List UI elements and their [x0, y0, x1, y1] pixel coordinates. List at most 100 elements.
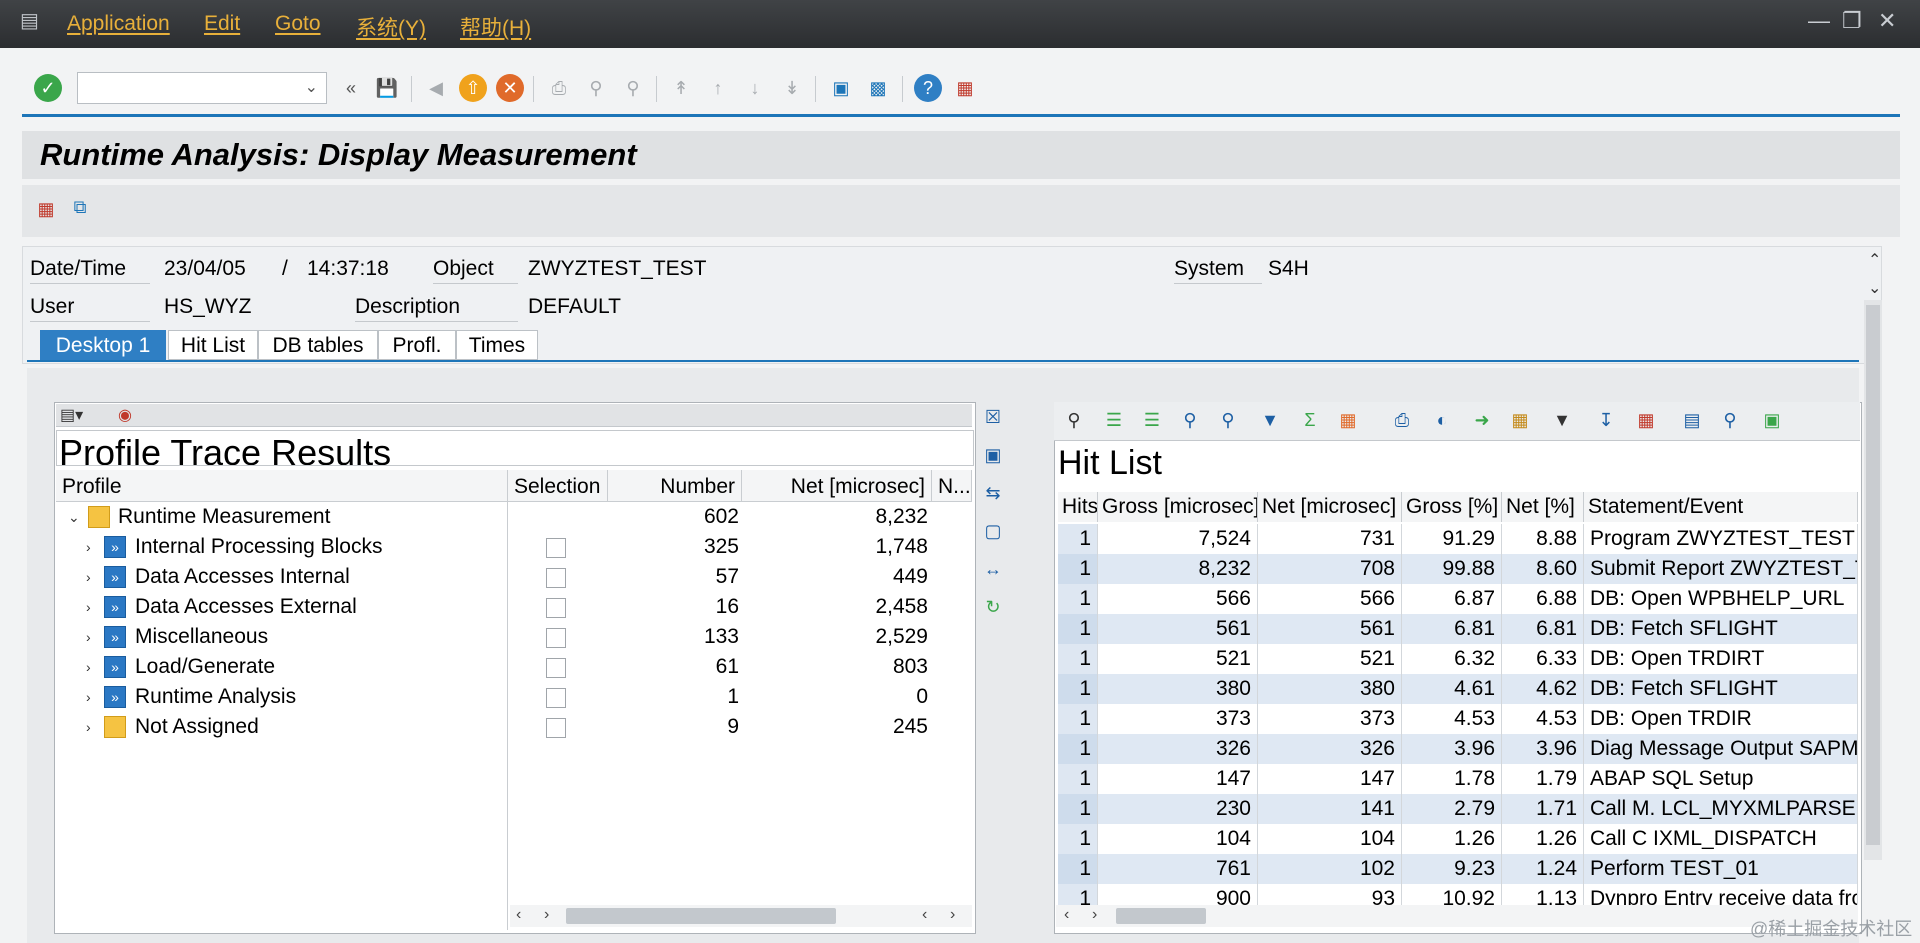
subtotal-icon[interactable]: ▦	[1334, 406, 1362, 434]
expand-icon[interactable]: ›	[86, 712, 91, 742]
new-session-icon[interactable]: ▣	[827, 74, 855, 102]
info-icon[interactable]: ▤	[1678, 406, 1706, 434]
col-profile[interactable]: Profile	[56, 470, 508, 502]
copy-icon[interactable]: ⧉	[66, 193, 94, 221]
fit-width-icon[interactable]: ↔	[980, 559, 1006, 583]
menu-edit[interactable]: Edit	[204, 12, 240, 36]
switch-view-icon[interactable]: ⇆	[980, 483, 1006, 507]
table-row[interactable]: 1 104 104 1.26 1.26 Call C IXML_DISPATCH	[1058, 824, 1858, 854]
expand-icon[interactable]: ›	[86, 622, 91, 652]
hierarchy-icon[interactable]: ▦	[32, 195, 60, 223]
tab-profl[interactable]: Profl.	[378, 330, 456, 360]
find-next-icon[interactable]: ⚲	[1214, 406, 1242, 434]
tree-filter-icon[interactable]: ◉	[118, 405, 132, 425]
grid-icon[interactable]: ▦	[1506, 406, 1534, 434]
menu-goto[interactable]: Goto	[275, 12, 321, 36]
table-row[interactable]: 1 561 561 6.81 6.81 DB: Fetch SFLIGHT	[1058, 614, 1858, 644]
selection-checkbox[interactable]	[546, 598, 566, 618]
details-icon[interactable]: ⚲	[1060, 406, 1088, 434]
scroll-right-icon[interactable]: ›	[544, 906, 549, 924]
selection-checkbox[interactable]	[546, 538, 566, 558]
col-hits[interactable]: Hits	[1058, 492, 1098, 522]
find-next-icon[interactable]: ⚲	[619, 74, 647, 102]
table-row[interactable]: 1 380 380 4.61 4.62 DB: Fetch SFLIGHT	[1058, 674, 1858, 704]
tab-db-tables[interactable]: DB tables	[258, 330, 378, 360]
scrollbar-thumb[interactable]	[566, 908, 836, 924]
help-icon[interactable]: ?	[914, 74, 942, 102]
scroll-left-icon[interactable]: ‹	[922, 906, 927, 924]
new-window-icon[interactable]: ▣	[980, 445, 1006, 469]
sort-ascending-icon[interactable]: ☰	[1100, 406, 1128, 434]
expand-icon[interactable]: ›	[86, 532, 91, 562]
download-icon[interactable]: ↧	[1592, 406, 1620, 434]
column-settings-icon[interactable]: ▦	[1632, 406, 1660, 434]
table-row[interactable]: 1 326 326 3.96 3.96 Diag Message Output SAPMS	[1058, 734, 1858, 764]
tree-row[interactable]: › » Runtime Analysis 1 0	[56, 682, 972, 712]
exit-icon[interactable]: ⇧	[459, 74, 487, 102]
tree-row-root[interactable]: ⌄ Runtime Measurement 602 8,232	[56, 502, 972, 532]
col-number[interactable]: Number	[608, 470, 742, 502]
find-icon[interactable]: ⚲	[582, 74, 610, 102]
sum-icon[interactable]: Σ	[1296, 406, 1324, 434]
tab-hit-list[interactable]: Hit List	[168, 330, 258, 360]
header-scroll-up-icon[interactable]: ⌃	[1868, 250, 1881, 270]
table-row[interactable]: 1 373 373 4.53 4.53 DB: Open TRDIR	[1058, 704, 1858, 734]
col-selection[interactable]: Selection	[508, 470, 608, 502]
tree-row[interactable]: › » Load/Generate 61 803	[56, 652, 972, 682]
scroll-left-icon[interactable]: ‹	[516, 906, 521, 924]
table-row[interactable]: 1 147 147 1.78 1.79 ABAP SQL Setup	[1058, 764, 1858, 794]
tree-row[interactable]: › » Data Accesses External 16 2,458	[56, 592, 972, 622]
chevron-down-icon[interactable]: ⌄	[305, 77, 318, 97]
zoom-icon[interactable]: ⚲	[1716, 406, 1744, 434]
header-scroll-down-icon[interactable]: ⌄	[1868, 278, 1881, 298]
scrollbar-thumb[interactable]	[1116, 908, 1206, 924]
menu-application[interactable]: Application	[67, 12, 170, 36]
export-icon[interactable]: ➜	[1468, 406, 1496, 434]
col-net-percent[interactable]: Net [%]	[1502, 492, 1584, 522]
filter-icon[interactable]: ▼	[1256, 406, 1284, 434]
refresh-icon[interactable]: ↻	[980, 597, 1006, 621]
table-row[interactable]: 1 7,524 731 91.29 8.88 Program ZWYZTEST_TEST	[1058, 524, 1858, 554]
find-icon[interactable]: ⚲	[1176, 406, 1204, 434]
tree-row[interactable]: › » Data Accesses Internal 57 449	[56, 562, 972, 592]
scroll-left-icon[interactable]: ‹	[1064, 906, 1069, 924]
table-row[interactable]: 1 230 141 2.79 1.71 Call M. LCL_MYXMLPARSER=	[1058, 794, 1858, 824]
menu-help[interactable]: 帮助(H)	[460, 12, 531, 42]
selection-checkbox[interactable]	[546, 658, 566, 678]
selection-checkbox[interactable]	[546, 568, 566, 588]
col-net-microsec[interactable]: Net [microsec]	[742, 470, 932, 502]
layout-icon[interactable]: ▼	[1548, 406, 1576, 434]
back-double-icon[interactable]: «	[337, 74, 365, 102]
tree-row[interactable]: › Not Assigned 9 245	[56, 712, 972, 742]
save-icon[interactable]: 💾	[373, 74, 401, 102]
views-icon[interactable]: ◐	[1428, 406, 1456, 434]
collapse-panel-icon[interactable]: ☒	[980, 407, 1006, 431]
first-page-icon[interactable]: ↟	[667, 74, 695, 102]
tree-row[interactable]: › » Miscellaneous 133 2,529	[56, 622, 972, 652]
expand-icon[interactable]: ›	[86, 592, 91, 622]
enter-icon[interactable]: ✓	[34, 74, 62, 102]
system-menu-icon[interactable]: ▤	[20, 11, 46, 31]
table-row[interactable]: 1 521 521 6.32 6.33 DB: Open TRDIRT	[1058, 644, 1858, 674]
last-page-icon[interactable]: ↡	[778, 74, 806, 102]
tree-layout-icon[interactable]: ▤▾	[60, 405, 83, 425]
scroll-right-icon[interactable]: ›	[1092, 906, 1097, 924]
tab-desktop-1[interactable]: Desktop 1	[40, 330, 166, 360]
more-actions-icon[interactable]: ▣	[1758, 406, 1786, 434]
customize-layout-icon[interactable]: ▦	[951, 74, 979, 102]
prev-page-icon[interactable]: ↑	[704, 74, 732, 102]
sort-descending-icon[interactable]: ☰	[1138, 406, 1166, 434]
minimize-icon[interactable]: ―	[1808, 8, 1830, 34]
selection-checkbox[interactable]	[546, 628, 566, 648]
print-icon[interactable]: ⎙	[545, 74, 573, 102]
hitlist-horizontal-scrollbar[interactable]: ‹ ›	[1056, 905, 1858, 927]
shortcut-icon[interactable]: ▩	[864, 74, 892, 102]
col-net-microsec[interactable]: Net [microsec]	[1258, 492, 1402, 522]
col-n[interactable]: N...	[932, 470, 972, 502]
tree-horizontal-scrollbar[interactable]: ‹ › ‹ ›	[510, 905, 972, 927]
maximize-icon[interactable]: ▢	[980, 521, 1006, 545]
print-preview-icon[interactable]: ⎙	[1388, 406, 1416, 434]
scroll-right-icon[interactable]: ›	[950, 906, 955, 924]
expand-icon[interactable]: ›	[86, 562, 91, 592]
menu-system[interactable]: 系统(Y)	[356, 12, 426, 42]
